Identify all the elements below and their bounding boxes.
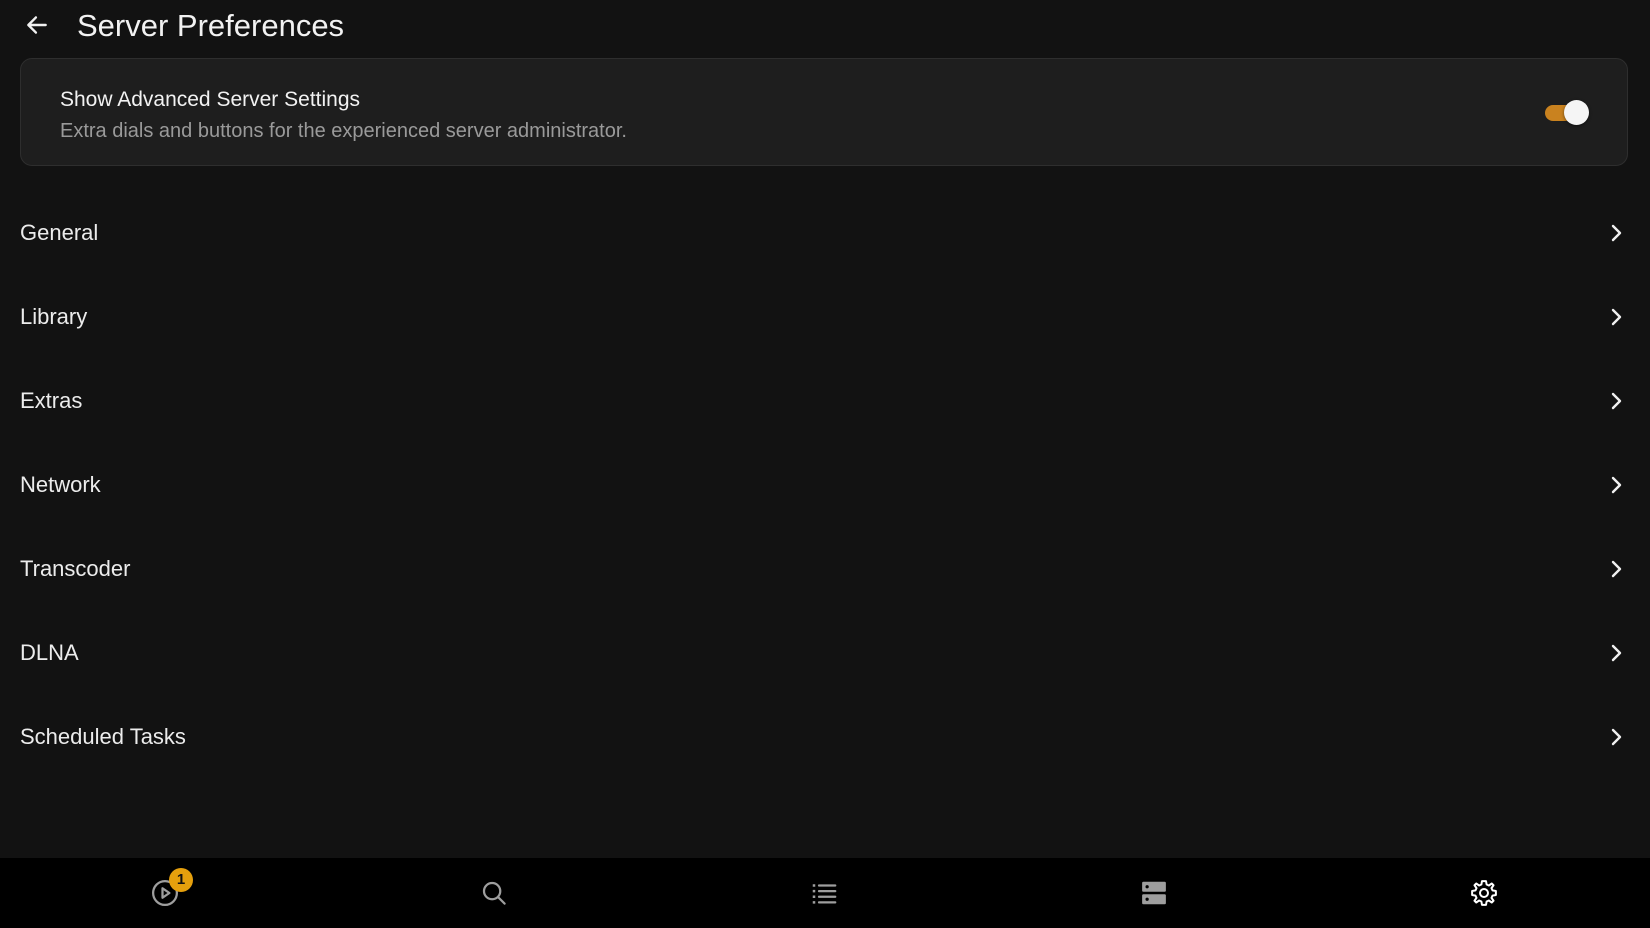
list-icon bbox=[812, 884, 837, 904]
menu-item-label: Extras bbox=[20, 388, 83, 413]
chevron-right-icon bbox=[1611, 644, 1622, 662]
nav-search-button[interactable] bbox=[454, 858, 534, 928]
menu-item-label: Transcoder bbox=[20, 556, 131, 581]
menu-item-label: Scheduled Tasks bbox=[20, 724, 186, 749]
menu-item-general[interactable]: General bbox=[0, 190, 1650, 274]
menu-item-scheduled-tasks[interactable]: Scheduled Tasks bbox=[0, 694, 1650, 778]
menu-item-label: General bbox=[20, 220, 99, 245]
back-button[interactable] bbox=[20, 8, 54, 42]
page-title: Server Preferences bbox=[77, 8, 345, 43]
chevron-right-icon bbox=[1611, 560, 1622, 578]
search-icon bbox=[482, 881, 506, 905]
toggle-thumb bbox=[1564, 100, 1589, 125]
app-root: Server Preferences Show Advanced Server … bbox=[0, 0, 1650, 928]
chevron-right-icon bbox=[1611, 476, 1622, 494]
menu-item-label: Network bbox=[20, 472, 101, 497]
notification-badge: 1 bbox=[169, 868, 193, 892]
menu-item-label: Library bbox=[20, 304, 88, 329]
preferences-menu: General Library Extras Network Transcode… bbox=[0, 190, 1650, 778]
bottom-navigation: 1 bbox=[0, 858, 1650, 928]
server-icon bbox=[1142, 881, 1166, 905]
gear-icon bbox=[1471, 880, 1497, 906]
menu-item-dlna[interactable]: DLNA bbox=[0, 610, 1650, 694]
chevron-right-icon bbox=[1611, 392, 1622, 410]
menu-item-library[interactable]: Library bbox=[0, 274, 1650, 358]
advanced-settings-toggle[interactable] bbox=[1543, 99, 1589, 127]
nav-now-playing-button[interactable]: 1 bbox=[125, 858, 205, 928]
nav-server-button[interactable] bbox=[1114, 858, 1194, 928]
top-bar: Server Preferences bbox=[0, 0, 1650, 54]
advanced-settings-title: Show Advanced Server Settings bbox=[60, 88, 361, 111]
advanced-settings-card[interactable]: Show Advanced Server Settings Extra dial… bbox=[20, 58, 1628, 166]
menu-item-extras[interactable]: Extras bbox=[0, 358, 1650, 442]
chevron-right-icon bbox=[1611, 308, 1622, 326]
menu-item-transcoder[interactable]: Transcoder bbox=[0, 526, 1650, 610]
advanced-settings-description: Extra dials and buttons for the experien… bbox=[60, 120, 627, 142]
menu-item-network[interactable]: Network bbox=[0, 442, 1650, 526]
chevron-right-icon bbox=[1611, 224, 1622, 242]
nav-list-button[interactable] bbox=[784, 858, 864, 928]
arrow-left-icon bbox=[27, 16, 47, 34]
chevron-right-icon bbox=[1611, 728, 1622, 746]
nav-settings-button[interactable] bbox=[1444, 858, 1524, 928]
menu-item-label: DLNA bbox=[20, 640, 79, 665]
